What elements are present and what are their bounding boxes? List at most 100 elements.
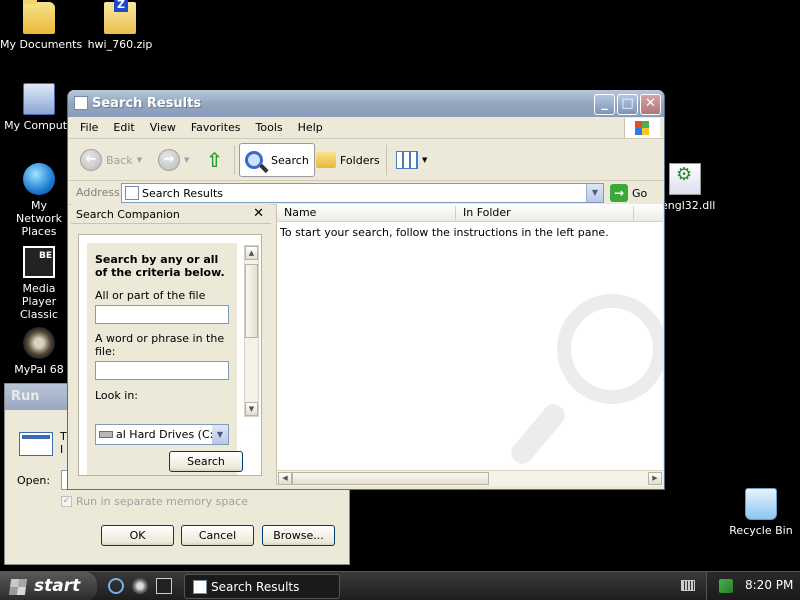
views-button[interactable]: ▼ xyxy=(396,143,427,177)
results-column-headers: Name In Folder xyxy=(277,204,663,222)
close-icon[interactable]: ✕ xyxy=(253,206,264,221)
toolbar: ← Back ▼ → ▼ ⇧ Search Folders ▼ xyxy=(68,139,664,181)
menu-bar: File Edit View Favorites Tools Help xyxy=(68,117,664,139)
toolbar-separator xyxy=(234,145,235,175)
back-button[interactable]: ← Back ▼ xyxy=(80,143,142,177)
folders-label: Folders xyxy=(340,153,380,167)
dll-file-icon xyxy=(669,163,701,195)
run-description: T I xyxy=(60,430,67,456)
results-pane: Name In Folder To start your search, fol… xyxy=(276,204,663,486)
internet-explorer-icon[interactable] xyxy=(108,578,124,594)
look-in-select[interactable]: al Hard Drives (C:) ▼ xyxy=(95,424,229,445)
ok-button[interactable]: OK xyxy=(101,525,174,546)
clock[interactable]: 8:20 PM xyxy=(745,578,793,592)
scroll-thumb[interactable] xyxy=(292,472,489,485)
checkbox-icon: ✓ xyxy=(61,496,72,507)
up-folder-button[interactable]: ⇧ xyxy=(206,143,223,177)
media-player-quicklaunch-icon[interactable] xyxy=(156,578,172,594)
window-titlebar[interactable]: Search Results _ □ ✕ xyxy=(68,90,664,117)
mypal-icon xyxy=(23,327,55,359)
desktop-icon-recycle-bin[interactable]: Recycle Bin xyxy=(722,488,800,537)
search-submit-button[interactable]: Search xyxy=(169,451,243,472)
menu-tools[interactable]: Tools xyxy=(256,121,290,134)
chevron-down-icon: ▼ xyxy=(422,156,428,164)
network-tray-icon[interactable] xyxy=(719,579,733,593)
column-header-in-folder[interactable]: In Folder xyxy=(463,206,511,219)
taskbar-item-search-results[interactable]: Search Results xyxy=(184,574,340,599)
computer-icon xyxy=(23,83,55,115)
phrase-label: A word or phrase in the file: xyxy=(95,332,225,358)
separate-memory-checkbox[interactable]: ✓ Run in separate memory space xyxy=(61,495,248,508)
taskbar-item-label: Search Results xyxy=(211,580,300,594)
chevron-down-icon: ▼ xyxy=(184,156,190,164)
menu-view[interactable]: View xyxy=(150,121,183,134)
desktop-icon-zip[interactable]: hwi_760.zip xyxy=(81,0,159,51)
scroll-down-icon[interactable]: ▼ xyxy=(245,402,258,416)
scroll-right-icon[interactable]: ▶ xyxy=(648,472,662,485)
scroll-thumb[interactable] xyxy=(245,264,258,338)
zip-file-icon xyxy=(104,0,136,34)
minimize-button[interactable]: _ xyxy=(594,94,615,115)
desktop-icon-label: Recycle Bin xyxy=(729,524,793,537)
folders-icon xyxy=(316,152,336,168)
results-horizontal-scrollbar[interactable]: ◀ ▶ xyxy=(277,470,663,486)
hard-drive-icon xyxy=(99,431,113,438)
menu-file[interactable]: File xyxy=(80,121,105,134)
address-label: Address xyxy=(76,186,120,199)
start-button[interactable]: start xyxy=(0,572,97,600)
column-separator[interactable] xyxy=(455,206,456,220)
up-arrow-icon: ⇧ xyxy=(206,148,223,172)
desktop-icon-my-documents[interactable]: My Documents xyxy=(0,0,82,51)
cancel-button[interactable]: Cancel xyxy=(181,525,254,546)
go-arrow-icon: → xyxy=(610,184,628,202)
magnifier-icon xyxy=(245,151,263,169)
search-watermark-handle xyxy=(507,400,569,468)
search-companion-title: Search Companion xyxy=(76,208,180,221)
scroll-left-icon[interactable]: ◀ xyxy=(278,472,292,485)
file-name-input[interactable] xyxy=(95,305,229,324)
column-separator[interactable] xyxy=(633,206,634,220)
keyboard-icon[interactable] xyxy=(681,580,695,591)
menu-favorites[interactable]: Favorites xyxy=(191,121,248,134)
search-results-window: Search Results _ □ ✕ File Edit View Favo… xyxy=(67,90,665,490)
checkbox-label: Run in separate memory space xyxy=(76,495,248,508)
menu-help[interactable]: Help xyxy=(298,121,330,134)
search-results-icon xyxy=(125,186,139,200)
go-button[interactable]: → Go xyxy=(610,184,647,202)
mypal-quicklaunch-icon[interactable] xyxy=(132,578,148,594)
browse-button[interactable]: Browse... xyxy=(262,525,335,546)
forward-arrow-icon: → xyxy=(158,149,180,171)
chevron-down-icon[interactable]: ▼ xyxy=(586,184,603,202)
run-icon xyxy=(19,432,53,456)
chevron-down-icon: ▼ xyxy=(212,425,228,444)
window-content: Search Companion ✕ Search by any or all … xyxy=(71,204,663,486)
window-title: Search Results xyxy=(92,96,202,111)
criteria-heading: Search by any or all of the criteria bel… xyxy=(95,253,225,279)
folder-icon xyxy=(23,0,55,34)
scroll-up-icon[interactable]: ▲ xyxy=(245,246,258,260)
search-criteria-box: Search by any or all of the criteria bel… xyxy=(78,234,262,476)
look-in-label: Look in: xyxy=(95,389,138,402)
search-watermark-icon xyxy=(557,294,663,404)
column-header-name[interactable]: Name xyxy=(284,206,316,219)
folders-button[interactable]: Folders xyxy=(316,143,380,177)
phrase-input[interactable] xyxy=(95,361,229,380)
media-player-icon xyxy=(23,246,55,278)
start-label: start xyxy=(34,576,81,596)
search-button[interactable]: Search xyxy=(239,143,315,177)
chevron-down-icon: ▼ xyxy=(136,156,143,164)
menu-edit[interactable]: Edit xyxy=(113,121,141,134)
go-label: Go xyxy=(632,186,648,200)
maximize-button[interactable]: □ xyxy=(617,94,638,115)
forward-button[interactable]: → ▼ xyxy=(158,143,189,177)
close-button[interactable]: ✕ xyxy=(640,94,661,115)
search-companion-pane: Search Companion ✕ Search by any or all … xyxy=(71,204,271,484)
results-instructions: To start your search, follow the instruc… xyxy=(280,226,609,239)
criteria-scrollbar[interactable]: ▲ ▼ xyxy=(244,245,259,417)
search-label: Search xyxy=(271,153,309,167)
desktop-icon-label: hwi_760.zip xyxy=(87,38,153,51)
search-window-icon xyxy=(74,96,88,110)
network-icon xyxy=(23,163,55,195)
windows-logo-icon xyxy=(624,118,660,138)
address-input[interactable]: Search Results ▼ xyxy=(121,183,604,203)
